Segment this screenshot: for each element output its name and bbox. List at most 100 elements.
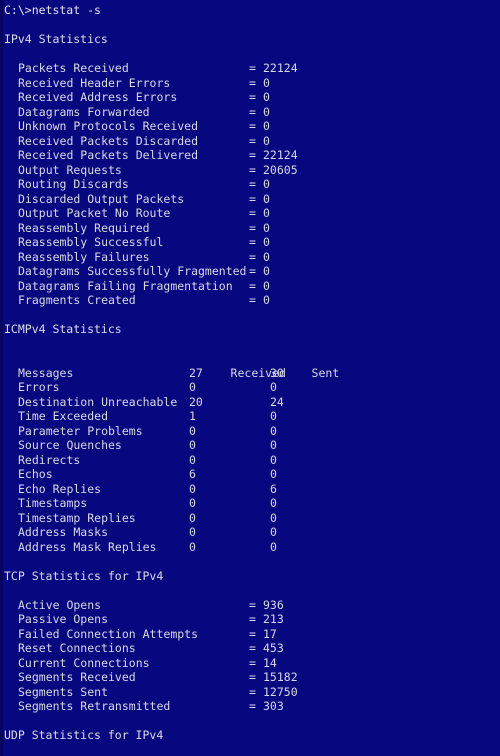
ipv4-stat-row: Unknown Protocols Received = 0: [0, 119, 500, 134]
ipv4-stat-row: Reassembly Successful = 0: [0, 235, 500, 250]
tcp-stat-row-label: Active Opens: [18, 597, 102, 612]
icmpv4-stat-label: Echos: [18, 467, 53, 481]
ipv4-stat-row-label: Received Address Errors: [18, 90, 178, 104]
tcp-stat-row-equals-sign: =: [249, 641, 256, 655]
section-heading-udp: UDP Statistics for IPv4: [4, 728, 164, 742]
tcp-stat-row-value: 453: [263, 641, 284, 655]
ipv4-stat-row-value: 0: [263, 264, 270, 278]
ipv4-stat-row-equals-sign: =: [249, 220, 256, 235]
ipv4-stat-row-value: 0: [263, 177, 270, 191]
icmpv4-stat-received: 0: [189, 452, 196, 467]
ipv4-stat-row-value: 0: [263, 119, 270, 133]
section-heading-ipv4: IPv4 Statistics: [4, 32, 108, 46]
ipv4-stat-row: Datagrams Forwarded = 0: [0, 105, 500, 120]
ipv4-stat-row-value: 0: [263, 293, 270, 307]
ipv4-stat-row-value: 20605: [263, 162, 298, 177]
ipv4-stat-row-label: Received Packets Delivered: [18, 148, 199, 162]
tcp-stat-row-equals-sign: =: [249, 655, 256, 670]
icmpv4-stat-received: 0: [189, 481, 196, 496]
ipv4-stat-row-equals-sign: =: [249, 278, 256, 293]
ipv4-stat-row-value: 0: [263, 104, 270, 119]
ipv4-stat-row-equals-sign: =: [249, 61, 256, 75]
icmpv4-stat-sent: 0: [270, 496, 277, 510]
icmpv4-stat-row: Messages 27 30: [0, 366, 500, 381]
ipv4-stat-row: Discarded Output Packets = 0: [0, 192, 500, 207]
ipv4-stat-row: Received Header Errors = 0: [0, 76, 500, 91]
ipv4-stat-row-label: Output Requests: [18, 162, 122, 177]
ipv4-stat-row-value: 22124: [263, 61, 298, 75]
ipv4-stat-row: Output Packet No Route = 0: [0, 206, 500, 221]
icmpv4-stat-label: Redirects: [18, 452, 81, 467]
tcp-stat-row-label: Segments Retransmitted: [18, 699, 171, 713]
console-window[interactable]: C:\>netstat -s IPv4 Statistics Packets R…: [0, 0, 500, 756]
icmpv4-column-headers: Received Sent: [0, 351, 500, 380]
ipv4-stat-row-equals-sign: =: [249, 133, 256, 148]
icmpv4-stat-row: Echo Replies 0 6: [0, 482, 500, 497]
icmpv4-stat-sent: 0: [270, 539, 277, 554]
ipv4-stat-row: Received Address Errors = 0: [0, 90, 500, 105]
tcp-stats-list: Active Opens = 936 Passive Opens = 213 Failed …: [0, 598, 500, 714]
icmpv4-stat-received: 0: [189, 423, 196, 438]
icmpv4-stats-table: Messages 27 30 Errors 0 0 Destination Unreacha…: [0, 366, 500, 555]
tcp-stat-row-label: Current Connections: [18, 655, 150, 670]
icmpv4-stat-received: 0: [189, 380, 196, 394]
icmpv4-stat-row: Timestamps 0 0: [0, 496, 500, 511]
tcp-stat-row-label: Failed Connection Attempts: [18, 626, 199, 641]
ipv4-stat-row-value: 0: [263, 206, 270, 220]
ipv4-stat-row-equals-sign: =: [249, 148, 256, 162]
icmpv4-stat-sent: 0: [270, 452, 277, 467]
ipv4-stat-row-label: Reassembly Successful: [18, 235, 164, 249]
ipv4-stat-row-label: Fragments Created: [18, 293, 136, 307]
icmpv4-stat-sent: 30: [270, 365, 284, 380]
ipv4-stat-row-equals-sign: =: [249, 235, 256, 249]
ipv4-stat-row-equals-sign: =: [249, 162, 256, 177]
console-output-buffer[interactable]: C:\>netstat -s IPv4 Statistics Packets R…: [0, 0, 500, 756]
icmpv4-stat-sent: 0: [270, 380, 277, 394]
ipv4-stat-row-label: Routing Discards: [18, 177, 129, 191]
ipv4-stat-row-equals-sign: =: [249, 191, 256, 206]
ipv4-stat-row: Packets Received = 22124: [0, 61, 500, 76]
ipv4-stat-row: Datagrams Failing Fragmentation = 0: [0, 279, 500, 294]
ipv4-stat-row-equals-sign: =: [249, 75, 256, 90]
icmpv4-stat-sent: 24: [270, 394, 284, 409]
ipv4-stat-row: Reassembly Failures = 0: [0, 250, 500, 265]
icmpv4-stat-received: 0: [189, 496, 196, 510]
ipv4-stat-row-equals-sign: =: [249, 90, 256, 104]
icmpv4-stat-sent: 0: [270, 438, 277, 452]
ipv4-stat-row: Datagrams Successfully Fragmented = 0: [0, 264, 500, 279]
icmpv4-stat-received: 0: [189, 539, 196, 554]
icmpv4-stat-received: 20: [189, 394, 203, 409]
ipv4-stat-row-equals-sign: =: [249, 206, 256, 220]
icmpv4-stat-row: Time Exceeded 1 0: [0, 409, 500, 424]
icmpv4-stat-label: Source Quenches: [18, 438, 122, 452]
ipv4-stat-row-value: 0: [263, 235, 270, 249]
icmpv4-stat-sent: 0: [270, 510, 277, 525]
ipv4-stat-row-value: 22124: [263, 148, 298, 162]
icmpv4-stat-label: Destination Unreachable: [18, 394, 178, 409]
tcp-stat-row: Segments Received = 15182: [0, 670, 500, 685]
icmpv4-stat-row: Parameter Problems 0 0: [0, 424, 500, 439]
ipv4-stat-row-label: Received Header Errors: [18, 75, 171, 90]
ipv4-stat-row-label: Datagrams Failing Fragmentation: [18, 278, 233, 293]
tcp-stat-row: Failed Connection Attempts = 17: [0, 627, 500, 642]
tcp-stat-row-label: Reset Connections: [18, 641, 136, 655]
icmpv4-stat-received: 0: [189, 438, 196, 452]
ipv4-stat-row-label: Reassembly Required: [18, 220, 150, 235]
icmpv4-stat-received: 6: [189, 467, 196, 481]
tcp-stat-row-equals-sign: =: [249, 684, 256, 699]
ipv4-stat-row-label: Unknown Protocols Received: [18, 119, 199, 133]
icmpv4-stat-label: Time Exceeded: [18, 409, 109, 423]
ipv4-stat-row-equals-sign: =: [249, 249, 256, 264]
ipv4-stat-row-equals-sign: =: [249, 119, 256, 133]
icmpv4-stat-received: 1: [189, 409, 196, 423]
tcp-stat-row: Current Connections = 14: [0, 656, 500, 671]
command-prompt-line: C:\>netstat -s: [4, 3, 101, 17]
ipv4-stat-row-value: 0: [263, 133, 270, 148]
ipv4-stat-row-label: Packets Received: [18, 61, 129, 75]
tcp-stat-row-equals-sign: =: [249, 612, 256, 626]
icmpv4-stat-label: Messages: [18, 365, 74, 380]
